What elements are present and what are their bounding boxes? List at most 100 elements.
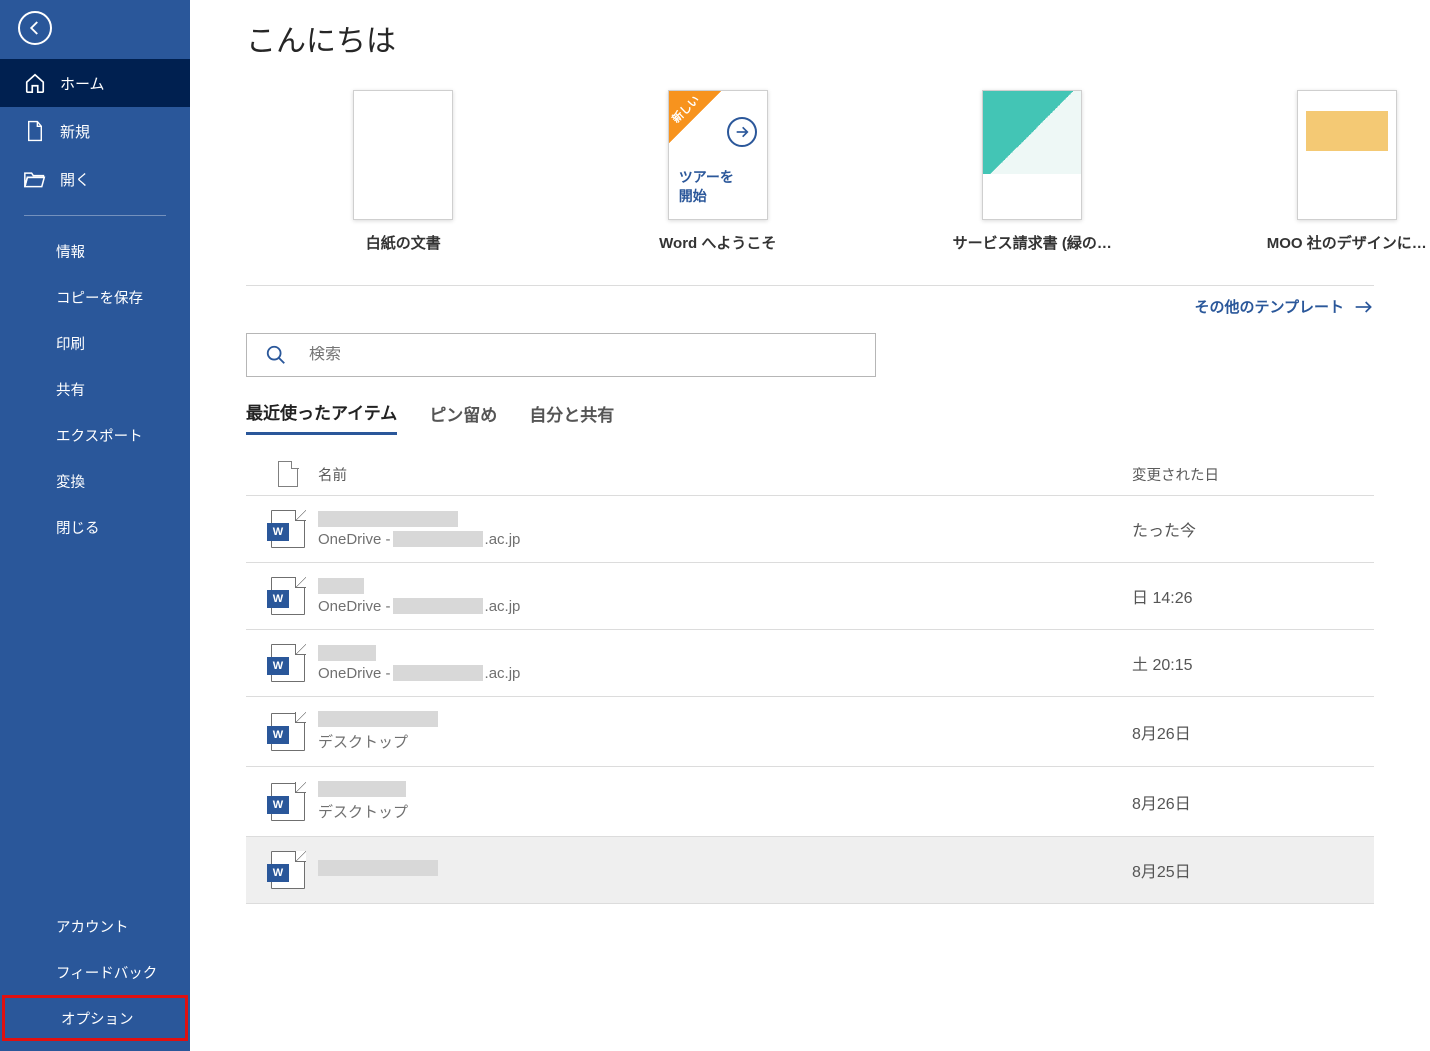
template-invoice[interactable]: サービス請求書 (緑の…	[949, 90, 1116, 253]
tab-recent[interactable]: 最近使ったアイテム	[246, 395, 397, 435]
file-date: たった今	[1132, 517, 1362, 541]
template-label: MOO 社のデザインに…	[1267, 232, 1427, 253]
word-doc-icon: W	[271, 851, 305, 889]
file-icon-col: W	[258, 783, 318, 821]
sidebar-item-feedback[interactable]: フィードバック	[0, 949, 190, 995]
more-templates-link[interactable]: その他のテンプレート	[190, 296, 1430, 317]
document-icon	[278, 461, 298, 487]
sidebar-secondary: 情報 コピーを保存 印刷 共有 エクスポート 変換 閉じる	[0, 224, 190, 550]
new-doc-icon	[24, 120, 46, 142]
sidebar-item-info[interactable]: 情報	[0, 228, 190, 274]
file-name-redacted	[318, 711, 438, 727]
sidebar-item-label: 開く	[60, 169, 90, 190]
file-path: OneDrive - .ac.jp	[318, 598, 1132, 615]
sidebar-bottom: アカウント フィードバック オプション	[0, 899, 190, 1051]
header-name[interactable]: 名前	[318, 464, 1132, 485]
arrow-right-icon	[1354, 300, 1374, 314]
file-path: デスクトップ	[318, 801, 1132, 822]
file-icon-col: W	[258, 510, 318, 548]
sidebar-item-options[interactable]: オプション	[2, 995, 188, 1041]
sidebar-item-share[interactable]: 共有	[0, 366, 190, 412]
template-tour[interactable]: 新しい ツアーを開始 Word へようこそ	[635, 90, 802, 253]
file-name-redacted	[318, 781, 406, 797]
file-date: 日 14:26	[1132, 584, 1362, 608]
sidebar-item-save-copy[interactable]: コピーを保存	[0, 274, 190, 320]
home-icon	[24, 72, 46, 94]
templates-row: 白紙の文書 新しい ツアーを開始 Word へようこそ サービス請求書 (緑の……	[190, 90, 1430, 253]
file-date: 8月26日	[1132, 790, 1362, 814]
search-input[interactable]	[309, 346, 857, 364]
word-doc-icon: W	[271, 713, 305, 751]
file-name-redacted	[318, 578, 364, 594]
template-blank[interactable]: 白紙の文書	[320, 90, 487, 253]
back-button[interactable]	[18, 11, 52, 45]
file-date: 8月26日	[1132, 720, 1362, 744]
file-icon-col: W	[258, 713, 318, 751]
file-table: 名前 変更された日 WOneDrive - .ac.jpたった今WOneDriv…	[246, 453, 1374, 904]
sidebar-item-open[interactable]: 開く	[0, 155, 190, 203]
word-doc-icon: W	[271, 510, 305, 548]
word-doc-icon: W	[271, 783, 305, 821]
tab-shared[interactable]: 自分と共有	[529, 397, 614, 434]
word-doc-icon: W	[271, 577, 305, 615]
sidebar: ホーム 新規 開く 情報 コピーを保存 印刷 共有 エクスポート 変換 閉じる …	[0, 0, 190, 1051]
table-header: 名前 変更された日	[246, 453, 1374, 495]
search-box[interactable]	[246, 333, 876, 377]
file-row[interactable]: W OneDrive - .ac.jpたった今	[246, 495, 1374, 563]
greeting-heading: こんにちは	[190, 0, 1430, 90]
arrow-right-circle-icon	[727, 117, 757, 147]
path-redacted	[393, 531, 483, 547]
file-name-col: OneDrive - .ac.jp	[318, 511, 1132, 548]
file-row[interactable]: W OneDrive - .ac.jp日 14:26	[246, 563, 1374, 630]
sidebar-item-home[interactable]: ホーム	[0, 59, 190, 107]
file-name-redacted	[318, 860, 438, 876]
file-name-col: デスクトップ	[318, 781, 1132, 822]
file-name-col: OneDrive - .ac.jp	[318, 578, 1132, 615]
template-moo[interactable]: MOO 社のデザインに…	[1264, 90, 1430, 253]
sidebar-item-close[interactable]: 閉じる	[0, 504, 190, 550]
file-row[interactable]: W8月25日	[246, 837, 1374, 904]
templates-divider	[246, 285, 1374, 286]
file-name-redacted	[318, 645, 376, 661]
file-row[interactable]: W デスクトップ8月26日	[246, 697, 1374, 767]
sidebar-item-new[interactable]: 新規	[0, 107, 190, 155]
sidebar-divider	[24, 215, 166, 216]
file-name-col: デスクトップ	[318, 711, 1132, 752]
word-doc-icon: W	[271, 644, 305, 682]
sidebar-item-export[interactable]: エクスポート	[0, 412, 190, 458]
file-row[interactable]: W デスクトップ8月26日	[246, 767, 1374, 837]
path-redacted	[393, 598, 483, 614]
file-icon-col: W	[258, 644, 318, 682]
sidebar-item-convert[interactable]: 変換	[0, 458, 190, 504]
header-date[interactable]: 変更された日	[1132, 464, 1362, 485]
template-thumb-moo	[1297, 90, 1397, 220]
sidebar-item-label: ホーム	[60, 73, 105, 94]
sidebar-primary: ホーム 新規 開く	[0, 55, 190, 203]
header-icon-col	[258, 461, 318, 487]
tour-text: ツアーを開始	[679, 168, 734, 207]
template-thumb-tour: 新しい ツアーを開始	[668, 90, 768, 220]
file-row[interactable]: W OneDrive - .ac.jp土 20:15	[246, 630, 1374, 697]
path-redacted	[393, 665, 483, 681]
file-icon-col: W	[258, 577, 318, 615]
template-thumb-blank	[353, 90, 453, 220]
sidebar-item-label: 新規	[60, 121, 90, 142]
arrow-left-icon	[26, 19, 44, 37]
file-path: OneDrive - .ac.jp	[318, 665, 1132, 682]
tab-pinned[interactable]: ピン留め	[429, 397, 497, 434]
folder-open-icon	[24, 168, 46, 190]
file-date: 土 20:15	[1132, 651, 1362, 675]
template-thumb-invoice	[982, 90, 1082, 220]
file-path: デスクトップ	[318, 731, 1132, 752]
file-tabs: 最近使ったアイテム ピン留め 自分と共有	[190, 395, 1430, 435]
sidebar-item-account[interactable]: アカウント	[0, 903, 190, 949]
template-label: Word へようこそ	[659, 232, 776, 253]
file-name-col	[318, 860, 1132, 880]
more-templates-label: その他のテンプレート	[1194, 296, 1344, 317]
sidebar-item-print[interactable]: 印刷	[0, 320, 190, 366]
template-label: サービス請求書 (緑の…	[953, 232, 1112, 253]
template-label: 白紙の文書	[366, 232, 441, 253]
file-icon-col: W	[258, 851, 318, 889]
file-name-col: OneDrive - .ac.jp	[318, 645, 1132, 682]
main-content: こんにちは 白紙の文書 新しい ツアーを開始 Word へようこそ サービス請求…	[190, 0, 1430, 1051]
